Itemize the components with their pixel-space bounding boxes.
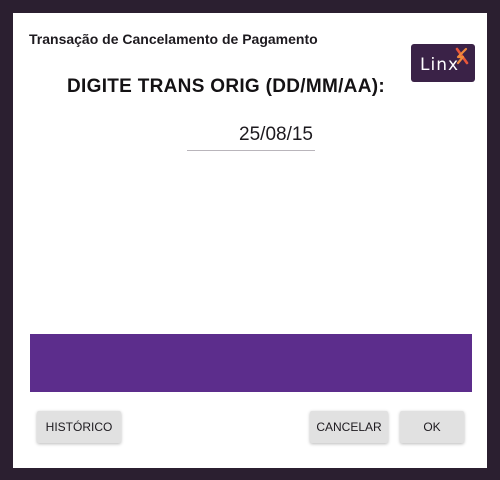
history-button[interactable]: HISTÓRICO xyxy=(37,411,121,443)
linx-x-mark-icon xyxy=(455,47,469,65)
background-window: Transação de Cancelamento de Pagamento L… xyxy=(0,0,500,480)
ok-button[interactable]: OK xyxy=(400,411,464,443)
date-prompt-label: DIGITE TRANS ORIG (DD/MM/AA): xyxy=(67,76,385,97)
cancel-button[interactable]: CANCELAR xyxy=(310,411,388,443)
original-transaction-date-input[interactable] xyxy=(187,119,315,151)
status-bar xyxy=(30,334,472,392)
dialog-title: Transação de Cancelamento de Pagamento xyxy=(29,31,318,47)
payment-cancel-dialog: Transação de Cancelamento de Pagamento L… xyxy=(13,13,487,468)
